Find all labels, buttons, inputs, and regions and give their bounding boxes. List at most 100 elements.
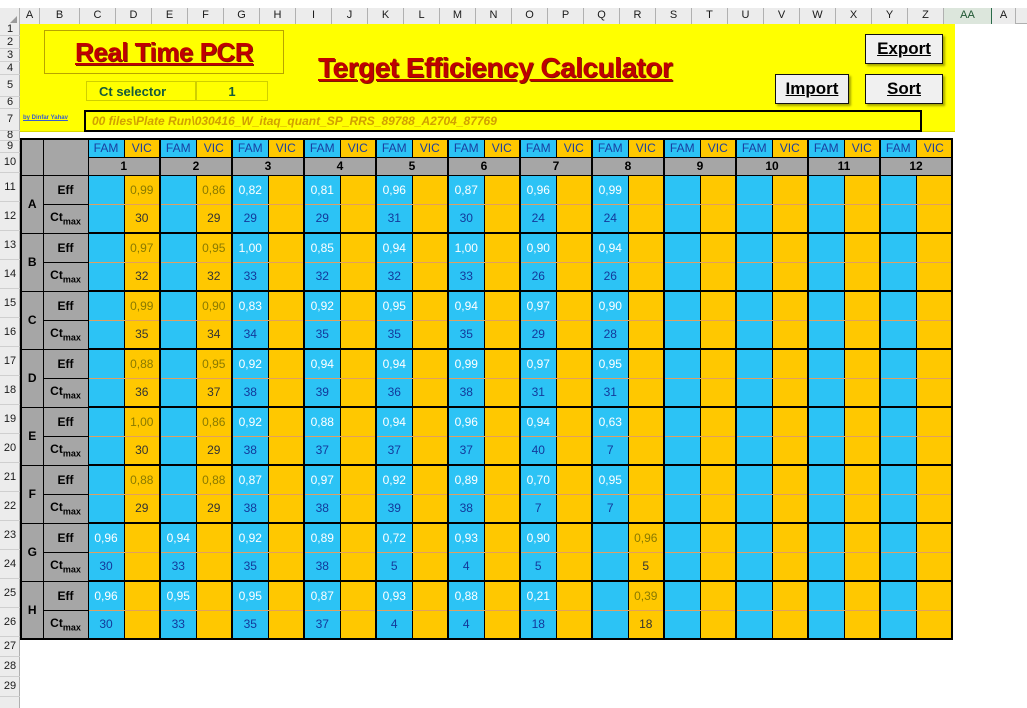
plate-cell-C5-vic-ct[interactable] (411, 319, 449, 350)
plate-cell-C4-vic-ct[interactable] (339, 319, 377, 350)
row-header-18[interactable]: 18 (0, 376, 20, 405)
plate-cell-E11-vic-eff[interactable] (843, 406, 881, 437)
plate-cell-D3-vic-ct[interactable] (267, 377, 305, 408)
plate-cell-E11-fam-eff[interactable] (807, 406, 845, 437)
plate-cell-H3-vic-ct[interactable] (267, 609, 305, 640)
plate-cell-A1-vic-ct[interactable]: 30 (123, 203, 161, 234)
plate-cell-B6-vic-eff[interactable] (483, 232, 521, 263)
plate-cell-A5-vic-ct[interactable] (411, 203, 449, 234)
plate-cell-H4-fam-eff[interactable]: 0,87 (303, 580, 341, 611)
plate-cell-F1-fam-eff[interactable] (87, 464, 125, 495)
plate-cell-A1-vic-eff[interactable]: 0,99 (123, 174, 161, 205)
plate-cell-B4-fam-eff[interactable]: 0,85 (303, 232, 341, 263)
plate-cell-A12-vic-ct[interactable] (915, 203, 953, 234)
plate-cell-E8-fam-ct[interactable]: 7 (591, 435, 629, 466)
plate-cell-F2-fam-ct[interactable] (159, 493, 197, 524)
plate-cell-E11-fam-ct[interactable] (807, 435, 845, 466)
plate-table[interactable]: FAM VIC FAM VIC FAM VIC FAM VIC FAM VIC FAM VIC FAM V… (20, 138, 953, 640)
row-header-13[interactable]: 13 (0, 231, 20, 260)
plate-cell-G3-vic-ct[interactable] (267, 551, 305, 582)
plate-cell-D12-fam-ct[interactable] (879, 377, 917, 408)
plate-cell-D6-fam-ct[interactable]: 38 (447, 377, 485, 408)
ct-selector-value[interactable]: 1 (196, 81, 268, 101)
plate-cell-H2-vic-eff[interactable] (195, 580, 233, 611)
plate-cell-C1-fam-eff[interactable] (87, 290, 125, 321)
plate-cell-C8-vic-eff[interactable] (627, 290, 665, 321)
plate-cell-G3-vic-eff[interactable] (267, 522, 305, 553)
plate-cell-A10-fam-ct[interactable] (735, 203, 773, 234)
plate-cell-D12-fam-eff[interactable] (879, 348, 917, 379)
plate-cell-E4-fam-eff[interactable]: 0,88 (303, 406, 341, 437)
plate-cell-H8-fam-ct[interactable] (591, 609, 629, 640)
plate-cell-D7-fam-ct[interactable]: 31 (519, 377, 557, 408)
plate-cell-C1-vic-eff[interactable]: 0,99 (123, 290, 161, 321)
column-header-j[interactable]: J (332, 8, 368, 24)
plate-cell-B9-fam-eff[interactable] (663, 232, 701, 263)
plate-cell-H5-vic-eff[interactable] (411, 580, 449, 611)
plate-cell-E9-fam-eff[interactable] (663, 406, 701, 437)
plate-cell-H11-fam-ct[interactable] (807, 609, 845, 640)
plate-cell-B5-vic-ct[interactable] (411, 261, 449, 292)
plate-cell-D8-vic-ct[interactable] (627, 377, 665, 408)
plate-cell-G7-fam-eff[interactable]: 0,90 (519, 522, 557, 553)
plate-cell-D6-vic-eff[interactable] (483, 348, 521, 379)
plate-cell-G9-fam-ct[interactable] (663, 551, 701, 582)
plate-cell-A10-fam-eff[interactable] (735, 174, 773, 205)
export-button[interactable]: Export (865, 34, 943, 64)
plate-cell-H1-vic-eff[interactable] (123, 580, 161, 611)
plate-cell-F10-fam-eff[interactable] (735, 464, 773, 495)
plate-cell-C7-vic-ct[interactable] (555, 319, 593, 350)
plate-cell-D10-vic-ct[interactable] (771, 377, 809, 408)
column-header-g[interactable]: G (224, 8, 260, 24)
plate-cell-G7-fam-ct[interactable]: 5 (519, 551, 557, 582)
row-header-6[interactable]: 6 (0, 97, 20, 109)
plate-cell-C3-fam-ct[interactable]: 34 (231, 319, 269, 350)
row-header-12[interactable]: 12 (0, 202, 20, 231)
plate-cell-E7-vic-ct[interactable] (555, 435, 593, 466)
plate-cell-E10-fam-eff[interactable] (735, 406, 773, 437)
plate-cell-F1-vic-ct[interactable]: 29 (123, 493, 161, 524)
plate-cell-B3-vic-eff[interactable] (267, 232, 305, 263)
plate-cell-A7-fam-eff[interactable]: 0,96 (519, 174, 557, 205)
plate-cell-B12-vic-ct[interactable] (915, 261, 953, 292)
plate-cell-G11-fam-ct[interactable] (807, 551, 845, 582)
plate-cell-E4-vic-ct[interactable] (339, 435, 377, 466)
plate-cell-F4-vic-eff[interactable] (339, 464, 377, 495)
plate-cell-G12-vic-eff[interactable] (915, 522, 953, 553)
attribution-link[interactable]: by Dinfar Yahav (23, 115, 68, 121)
column-header-c[interactable]: C (80, 8, 116, 24)
plate-cell-F1-fam-ct[interactable] (87, 493, 125, 524)
column-header-b[interactable]: B (40, 8, 80, 24)
plate-cell-A3-vic-ct[interactable] (267, 203, 305, 234)
plate-cell-H3-vic-eff[interactable] (267, 580, 305, 611)
plate-cell-A4-fam-eff[interactable]: 0,81 (303, 174, 341, 205)
plate-cell-F5-vic-ct[interactable] (411, 493, 449, 524)
row-header-23[interactable]: 23 (0, 521, 20, 550)
plate-cell-C10-fam-eff[interactable] (735, 290, 773, 321)
row-header-2[interactable]: 2 (0, 36, 20, 49)
plate-cell-F3-fam-ct[interactable]: 38 (231, 493, 269, 524)
plate-cell-E5-vic-eff[interactable] (411, 406, 449, 437)
plate-cell-G9-vic-eff[interactable] (699, 522, 737, 553)
sort-button[interactable]: Sort (865, 74, 943, 104)
plate-cell-B2-fam-ct[interactable] (159, 261, 197, 292)
plate-cell-C6-vic-ct[interactable] (483, 319, 521, 350)
plate-cell-G5-vic-eff[interactable] (411, 522, 449, 553)
plate-cell-G10-fam-ct[interactable] (735, 551, 773, 582)
import-button[interactable]: Import (775, 74, 849, 104)
plate-cell-H11-vic-ct[interactable] (843, 609, 881, 640)
plate-cell-B9-vic-eff[interactable] (699, 232, 737, 263)
plate-cell-C12-fam-eff[interactable] (879, 290, 917, 321)
plate-cell-F12-fam-eff[interactable] (879, 464, 917, 495)
plate-cell-D4-fam-ct[interactable]: 39 (303, 377, 341, 408)
plate-cell-D2-fam-eff[interactable] (159, 348, 197, 379)
column-header-a-2[interactable]: A (992, 8, 1016, 24)
plate-cell-A8-fam-eff[interactable]: 0,99 (591, 174, 629, 205)
plate-cell-A6-fam-ct[interactable]: 30 (447, 203, 485, 234)
plate-cell-A11-fam-eff[interactable] (807, 174, 845, 205)
plate-cell-H11-fam-eff[interactable] (807, 580, 845, 611)
plate-cell-G8-fam-ct[interactable] (591, 551, 629, 582)
plate-cell-C1-vic-ct[interactable]: 35 (123, 319, 161, 350)
plate-cell-D1-fam-ct[interactable] (87, 377, 125, 408)
row-header-27[interactable]: 27 (0, 637, 20, 657)
